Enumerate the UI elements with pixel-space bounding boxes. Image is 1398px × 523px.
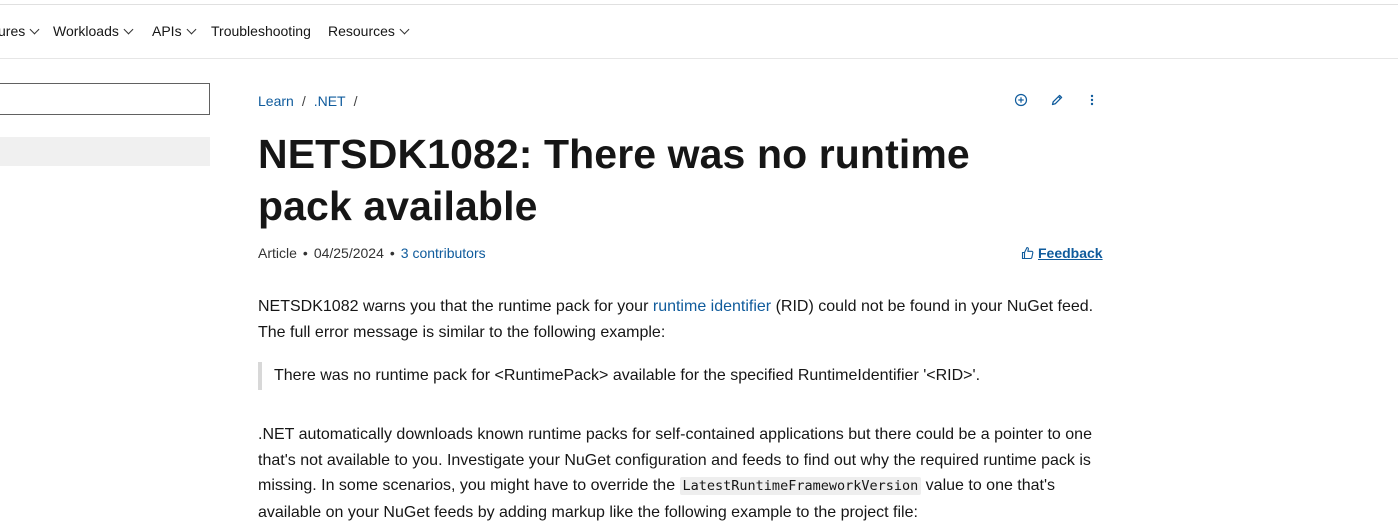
nav-item-workloads[interactable]: Workloads (53, 23, 134, 39)
chevron-down-icon (186, 24, 197, 35)
sidebar-selected-item[interactable] (0, 137, 210, 166)
intro-text-start: NETSDK1082 warns you that the runtime pa… (258, 298, 653, 315)
nav-item-resources[interactable]: Resources (328, 23, 410, 39)
breadcrumb-separator: / (353, 93, 358, 109)
article-type: Article (258, 245, 297, 261)
explanation-paragraph: .NET automatically downloads known runti… (258, 422, 1108, 523)
chevron-down-icon (29, 24, 40, 35)
feedback-label: Feedback (1038, 245, 1103, 261)
add-circle-icon[interactable] (1013, 92, 1029, 108)
breadcrumb-link-dotnet[interactable]: .NET (314, 93, 346, 109)
page-title: NETSDK1082: There was no runtime pack av… (258, 131, 970, 229)
sidebar-filter-input[interactable] (0, 83, 210, 115)
nav-item-label: Troubleshooting (211, 23, 311, 39)
nav-item-label: APIs (152, 23, 182, 39)
nav-item-label: ures (0, 23, 26, 39)
feedback-button[interactable]: Feedback (1021, 245, 1103, 261)
thumbs-up-icon (1021, 246, 1034, 260)
top-navigation: ures Workloads APIs Troubleshooting Reso… (0, 5, 1398, 59)
breadcrumb-separator: / (301, 93, 306, 109)
article-metadata: Article • 04/25/2024 • 3 contributors (258, 245, 486, 261)
nav-item-troubleshooting[interactable]: Troubleshooting (211, 23, 311, 39)
nav-item-label: Resources (328, 23, 395, 39)
meta-separator: • (302, 245, 308, 261)
error-message-quote: There was no runtime pack for <RuntimePa… (258, 362, 1098, 390)
nav-item-label: Workloads (53, 23, 119, 39)
breadcrumb: Learn / .NET / (258, 93, 365, 109)
contributors-link[interactable]: 3 contributors (401, 245, 486, 261)
edit-pencil-icon[interactable] (1049, 92, 1065, 108)
article-date: 04/25/2024 (313, 245, 384, 261)
inline-code: LatestRuntimeFrameworkVersion (679, 477, 922, 495)
runtime-identifier-link[interactable]: runtime identifier (653, 298, 771, 315)
breadcrumb-link-learn[interactable]: Learn (258, 93, 294, 109)
nav-item-apis[interactable]: APIs (152, 23, 197, 39)
more-vertical-icon[interactable] (1084, 92, 1100, 108)
chevron-down-icon (399, 24, 410, 35)
chevron-down-icon (123, 24, 134, 35)
nav-item-features[interactable]: ures (0, 23, 40, 39)
intro-paragraph: NETSDK1082 warns you that the runtime pa… (258, 294, 1108, 345)
meta-separator: • (389, 245, 395, 261)
